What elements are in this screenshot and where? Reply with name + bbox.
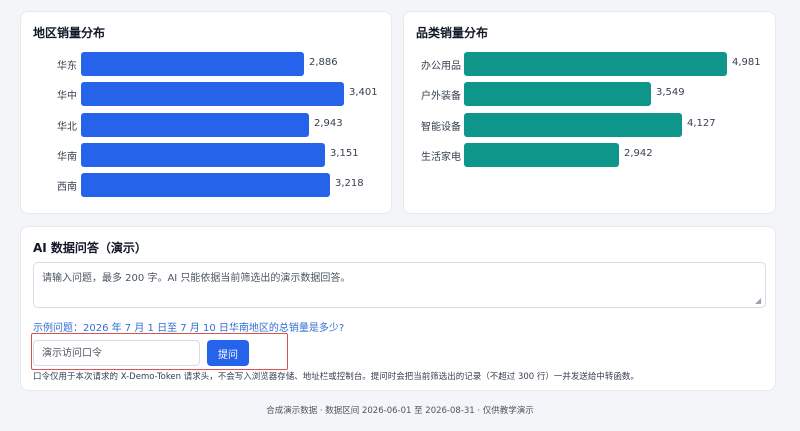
bar-value-label: 4,981 [732, 57, 761, 68]
bar [464, 52, 727, 76]
bar-category-label: 华北 [57, 121, 77, 133]
ai-qa-panel: AI 数据问答（演示） ◢ 示例问题：2026 年 7 月 1 日至 7 月 1… [20, 226, 776, 391]
category-panel-title: 品类销量分布 [416, 26, 489, 40]
bar-category-label: 智能设备 [421, 121, 461, 133]
bar-category-label: 办公用品 [421, 61, 461, 72]
bar-row: 华东 2,886 [21, 52, 391, 76]
region-sales-panel: 地区销量分布 华东 2,886 华中 3,401 华北 2,943 华南 3,151 西南 3,2… [20, 11, 392, 214]
bar-value-label: 3,218 [335, 178, 364, 190]
question-input[interactable] [33, 262, 766, 308]
bar-value-label: 2,942 [624, 147, 653, 159]
bar-category-label: 西南 [57, 182, 77, 194]
bar-value-label: 2,943 [314, 117, 343, 129]
bar [81, 142, 325, 167]
bar-value-label: 3,401 [349, 87, 378, 99]
bar-category-label: 华南 [57, 151, 77, 163]
bar-category-label: 华东 [57, 61, 77, 72]
bar [81, 52, 304, 76]
bar [464, 112, 682, 137]
footer-note: 合成演示数据 · 数据区间 2026-06-01 至 2026-08-31 · … [266, 406, 534, 416]
bar-value-label: 3,151 [330, 147, 359, 159]
bar-value-label: 2,886 [309, 57, 338, 68]
ask-button[interactable]: 提问 [207, 340, 249, 366]
ai-panel-title: AI 数据问答（演示） [33, 241, 147, 255]
bar [464, 142, 619, 167]
passcode-hint: 口令仅用于本次请求的 X-Demo-Token 请求头，不会写入浏览器存储、地址… [33, 372, 639, 382]
bar-row: 华北 2,943 [21, 112, 391, 137]
bar [81, 173, 330, 198]
passcode-input[interactable] [33, 340, 200, 366]
bar-row: 西南 3,218 [21, 173, 391, 198]
bar [464, 82, 651, 107]
bar [81, 112, 309, 137]
bar-row: 户外装备 3,549 [404, 82, 775, 107]
bar-category-label: 华中 [57, 91, 77, 103]
bar [81, 82, 344, 107]
bar-row: 华南 3,151 [21, 142, 391, 167]
bar-row: 办公用品 4,981 [404, 52, 775, 76]
example-question-link[interactable]: 示例问题：2026 年 7 月 1 日至 7 月 10 日华南地区的总销量是多少… [33, 319, 344, 334]
bar-row: 智能设备 4,127 [404, 112, 775, 137]
bar-category-label: 户外装备 [421, 91, 461, 103]
category-sales-panel: 品类销量分布 办公用品 4,981 户外装备 3,549 智能设备 4,127 生活家电 2,… [403, 11, 776, 214]
bar-value-label: 3,549 [656, 87, 685, 99]
bar-value-label: 4,127 [687, 117, 716, 129]
bar-row: 华中 3,401 [21, 82, 391, 107]
bar-row: 生活家电 2,942 [404, 142, 775, 167]
resize-grip-icon[interactable]: ◢ [755, 297, 763, 305]
bar-category-label: 生活家电 [421, 151, 461, 163]
region-panel-title: 地区销量分布 [33, 26, 106, 40]
